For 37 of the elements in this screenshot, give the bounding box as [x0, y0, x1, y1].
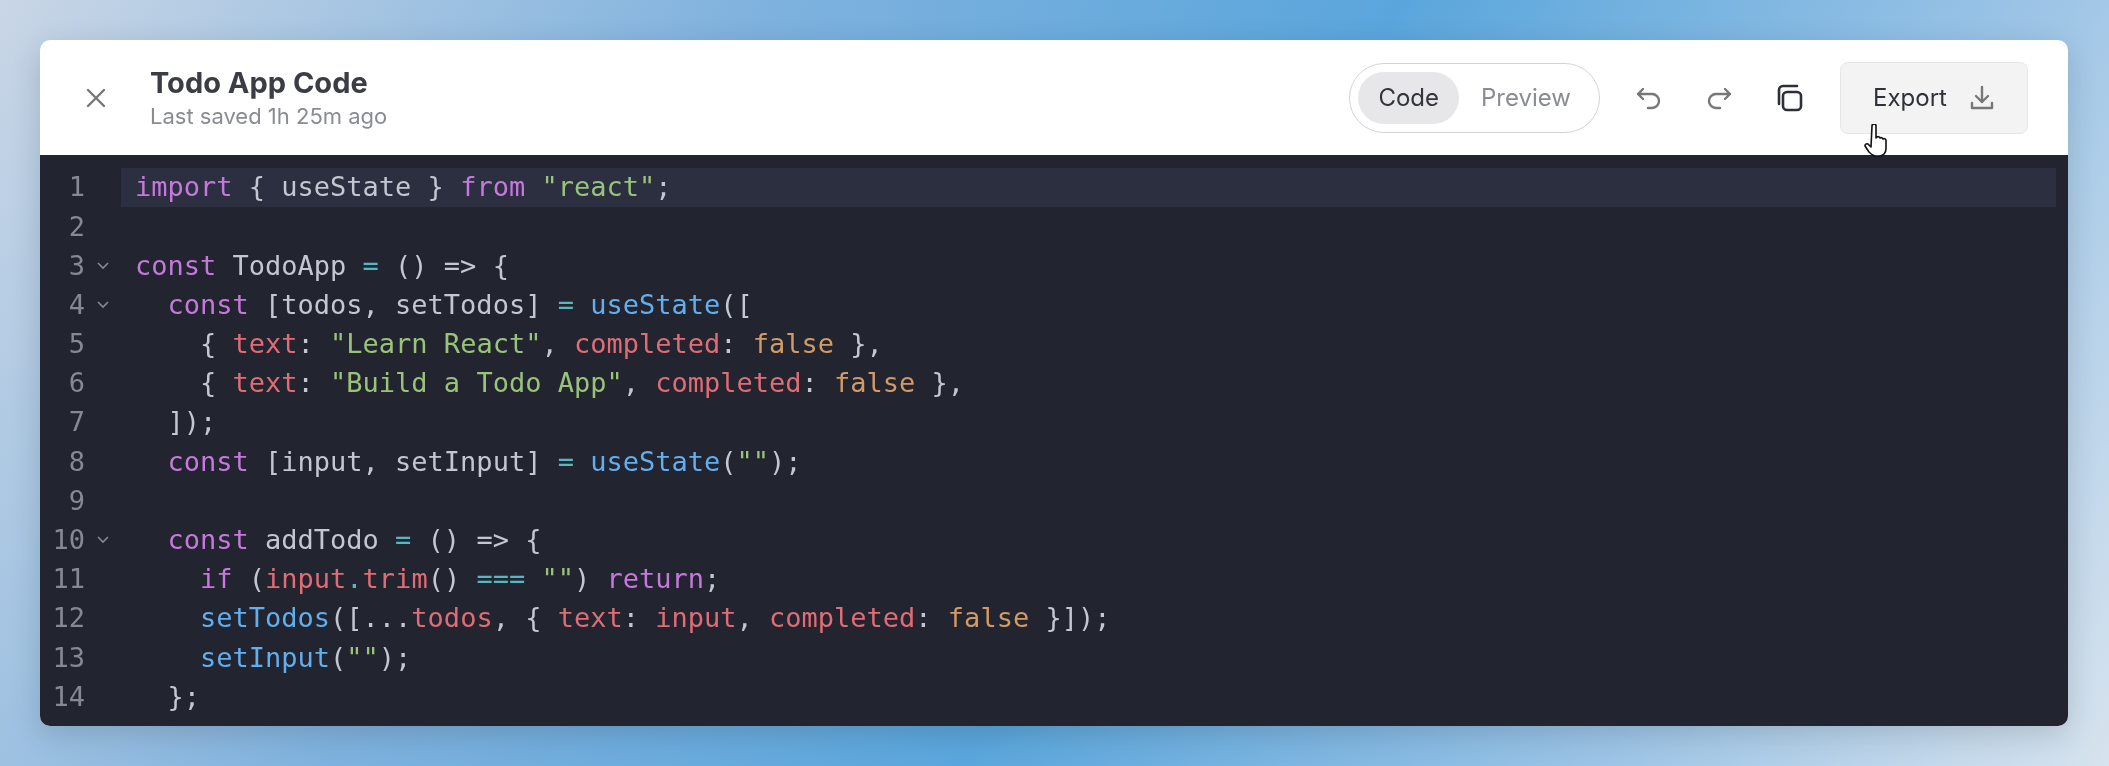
view-tab[interactable]: Code: [1358, 71, 1459, 124]
code-line: const [todos, setTodos] = useState([: [166, 287, 754, 322]
window-title: Todo App Code: [150, 64, 369, 101]
line-number: 13: [51, 640, 85, 675]
line-number: 8: [67, 444, 85, 479]
undo-icon: [1635, 85, 1663, 110]
download-icon: [1968, 83, 1995, 112]
fold-chevron-icon[interactable]: [97, 261, 109, 270]
code-line: if (input.trim() === "") return;: [199, 562, 722, 597]
line-number: 4: [67, 287, 85, 322]
line-number: 6: [67, 366, 85, 401]
code-line: { text: "Build a Todo App", completed: false },: [199, 366, 966, 401]
code-line: const [input, setInput] = useState("");: [166, 444, 803, 479]
close-icon: [85, 86, 107, 109]
line-number: 2: [67, 209, 85, 244]
code-line: { text: "Learn React", completed: false },: [199, 327, 884, 362]
last-saved-text: Last saved 1h 25m ago: [150, 101, 388, 131]
line-number: 10: [51, 523, 85, 558]
code-line: setInput("");: [199, 640, 413, 675]
line-number: 9: [67, 483, 85, 518]
line-number: 7: [67, 405, 85, 440]
line-number: 12: [51, 601, 85, 636]
line-number: 3: [67, 248, 85, 283]
line-number: 11: [51, 562, 85, 597]
code-line: setTodos([...todos, { text: input, completed: false }]);: [199, 601, 1112, 636]
code-line: };: [166, 679, 202, 714]
line-number: 14: [51, 679, 85, 714]
export-button[interactable]: Export: [1840, 61, 2028, 134]
code-line: const TodoApp = () => {: [134, 248, 510, 283]
fold-chevron-icon[interactable]: [97, 536, 109, 545]
pointer-cursor-icon: [1864, 124, 1890, 158]
line-number: 5: [67, 327, 85, 362]
fold-chevron-icon[interactable]: [97, 301, 109, 310]
redo-icon: [1705, 85, 1733, 110]
code-line: ]);: [166, 405, 218, 440]
code-line: const addTodo = () => {: [166, 523, 543, 558]
line-number: 1: [67, 170, 85, 205]
